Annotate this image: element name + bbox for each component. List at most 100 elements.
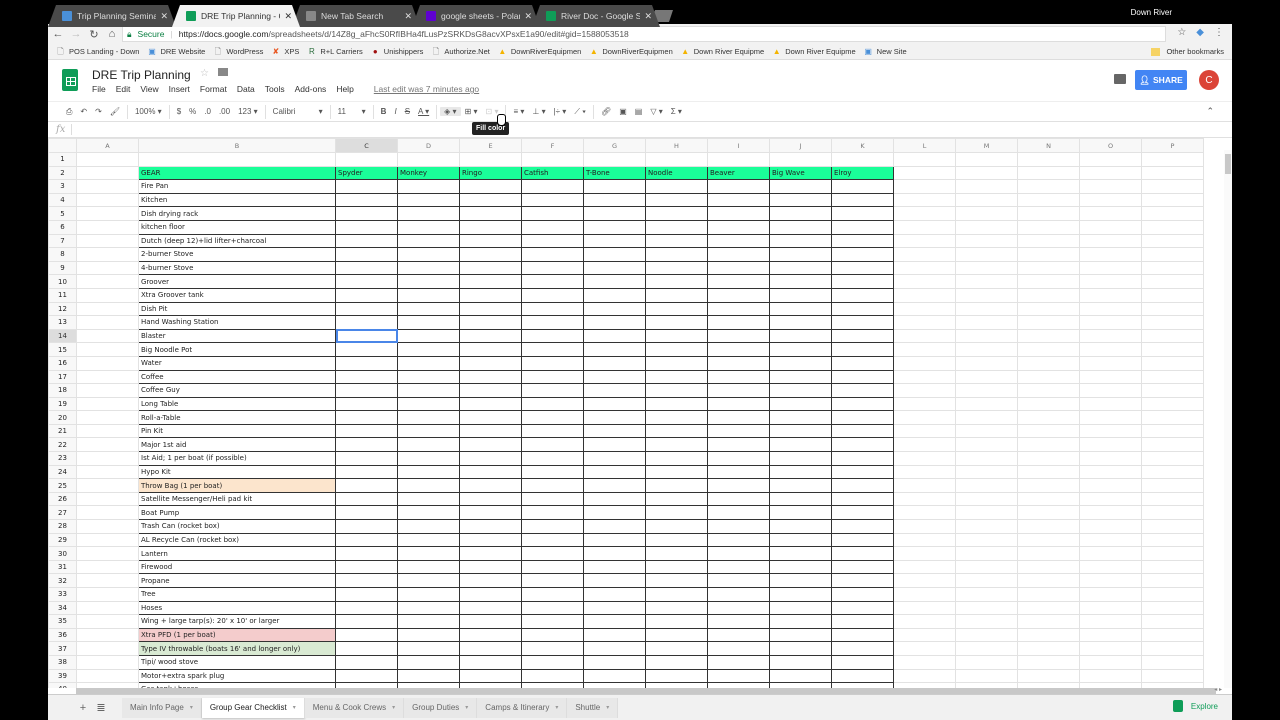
- cell[interactable]: [893, 464, 956, 480]
- sheet-tab[interactable]: Camps & Itinerary ▾: [477, 697, 568, 718]
- cell[interactable]: [335, 219, 398, 235]
- cell[interactable]: [459, 532, 522, 548]
- cell[interactable]: [645, 396, 708, 412]
- cell[interactable]: [459, 451, 522, 466]
- cell[interactable]: [521, 260, 584, 276]
- cell[interactable]: [459, 423, 522, 439]
- text-wrap-button[interactable]: |÷ ▾: [550, 107, 571, 116]
- column-header-b[interactable]: B: [138, 138, 336, 153]
- cell[interactable]: [707, 587, 770, 602]
- cell[interactable]: [459, 179, 522, 194]
- cell[interactable]: [583, 192, 646, 208]
- cell[interactable]: [645, 627, 708, 643]
- cell[interactable]: [397, 491, 460, 507]
- cell[interactable]: [645, 614, 708, 629]
- cell[interactable]: [521, 573, 584, 588]
- cell[interactable]: [645, 491, 708, 507]
- cell[interactable]: [955, 315, 1018, 330]
- cell[interactable]: [893, 641, 956, 656]
- row-header[interactable]: 24: [48, 464, 77, 480]
- select-all-corner[interactable]: [48, 138, 77, 153]
- cell[interactable]: [335, 315, 398, 330]
- cell[interactable]: [893, 342, 956, 357]
- cell[interactable]: [397, 301, 460, 317]
- cell[interactable]: [76, 301, 139, 317]
- cell[interactable]: [1017, 505, 1080, 521]
- column-header-l[interactable]: L: [893, 138, 956, 153]
- cell[interactable]: [955, 247, 1018, 262]
- cell[interactable]: [583, 355, 646, 371]
- cell[interactable]: [459, 573, 522, 588]
- gear-item[interactable]: Boat Pump: [138, 505, 336, 521]
- cell[interactable]: [459, 587, 522, 602]
- cell[interactable]: [397, 383, 460, 398]
- gear-item[interactable]: Satellite Messenger/Heli pad kit: [138, 491, 336, 507]
- cell[interactable]: [76, 192, 139, 208]
- cell[interactable]: [769, 315, 832, 330]
- bookmark-item[interactable]: ▲ DownRiverEquipmen: [498, 47, 581, 56]
- cell[interactable]: [76, 423, 139, 439]
- cell[interactable]: [707, 573, 770, 588]
- cell[interactable]: [521, 410, 584, 425]
- cell[interactable]: [769, 519, 832, 534]
- cell[interactable]: [1141, 600, 1204, 616]
- cell[interactable]: [893, 600, 956, 616]
- increase-decimal-button[interactable]: .00: [215, 107, 234, 116]
- cell[interactable]: [831, 491, 894, 507]
- row-header[interactable]: 10: [48, 274, 77, 289]
- cell[interactable]: [1017, 437, 1080, 453]
- cell[interactable]: [76, 491, 139, 507]
- cell[interactable]: [707, 301, 770, 317]
- decrease-decimal-button[interactable]: .0: [200, 107, 215, 116]
- cell[interactable]: [521, 505, 584, 521]
- cell[interactable]: [769, 654, 832, 670]
- cell[interactable]: [1141, 423, 1204, 439]
- cell[interactable]: [707, 668, 770, 684]
- browser-tab[interactable]: New Tab Search ✕: [292, 5, 420, 27]
- cell[interactable]: [76, 369, 139, 385]
- cell[interactable]: [335, 287, 398, 303]
- cell[interactable]: [76, 383, 139, 398]
- cell[interactable]: [1017, 451, 1080, 466]
- header-cell[interactable]: Spyder: [335, 165, 398, 181]
- cell[interactable]: [893, 505, 956, 521]
- other-bookmarks[interactable]: Other bookmarks: [1151, 47, 1224, 56]
- cell[interactable]: [397, 505, 460, 521]
- cell[interactable]: [397, 342, 460, 357]
- cell[interactable]: [769, 355, 832, 371]
- borders-button[interactable]: ⊞ ▾: [461, 107, 482, 116]
- cell[interactable]: [459, 519, 522, 534]
- row-header[interactable]: 38: [48, 654, 77, 670]
- cell[interactable]: [831, 410, 894, 425]
- cell[interactable]: [955, 600, 1018, 616]
- cell[interactable]: [397, 179, 460, 194]
- cell[interactable]: [397, 315, 460, 330]
- cell[interactable]: [831, 573, 894, 588]
- row-header[interactable]: 12: [48, 301, 77, 317]
- cell[interactable]: [893, 396, 956, 412]
- cell[interactable]: [335, 587, 398, 602]
- cell[interactable]: [831, 423, 894, 439]
- cell[interactable]: [76, 206, 139, 221]
- menu-file[interactable]: File: [92, 84, 106, 94]
- cell[interactable]: [397, 587, 460, 602]
- cell[interactable]: [397, 573, 460, 588]
- row-header[interactable]: 9: [48, 260, 77, 276]
- cell[interactable]: [645, 219, 708, 235]
- cell[interactable]: [459, 247, 522, 262]
- cell[interactable]: [893, 328, 956, 344]
- gear-item[interactable]: Wing + large tarp(s): 20' x 10' or large…: [138, 614, 336, 629]
- cell[interactable]: [831, 247, 894, 262]
- cell[interactable]: [955, 478, 1018, 493]
- gear-item[interactable]: Hand Washing Station: [138, 315, 336, 330]
- cell[interactable]: [769, 600, 832, 616]
- cell[interactable]: [831, 532, 894, 548]
- cell[interactable]: [831, 274, 894, 289]
- insert-comment-icon[interactable]: ▣: [615, 107, 631, 116]
- sheet-tab-menu-icon[interactable]: ▾: [555, 704, 558, 711]
- cell[interactable]: [645, 654, 708, 670]
- cell[interactable]: [1079, 641, 1142, 656]
- cell[interactable]: [459, 383, 522, 398]
- cell[interactable]: [769, 559, 832, 575]
- cell[interactable]: [769, 233, 832, 249]
